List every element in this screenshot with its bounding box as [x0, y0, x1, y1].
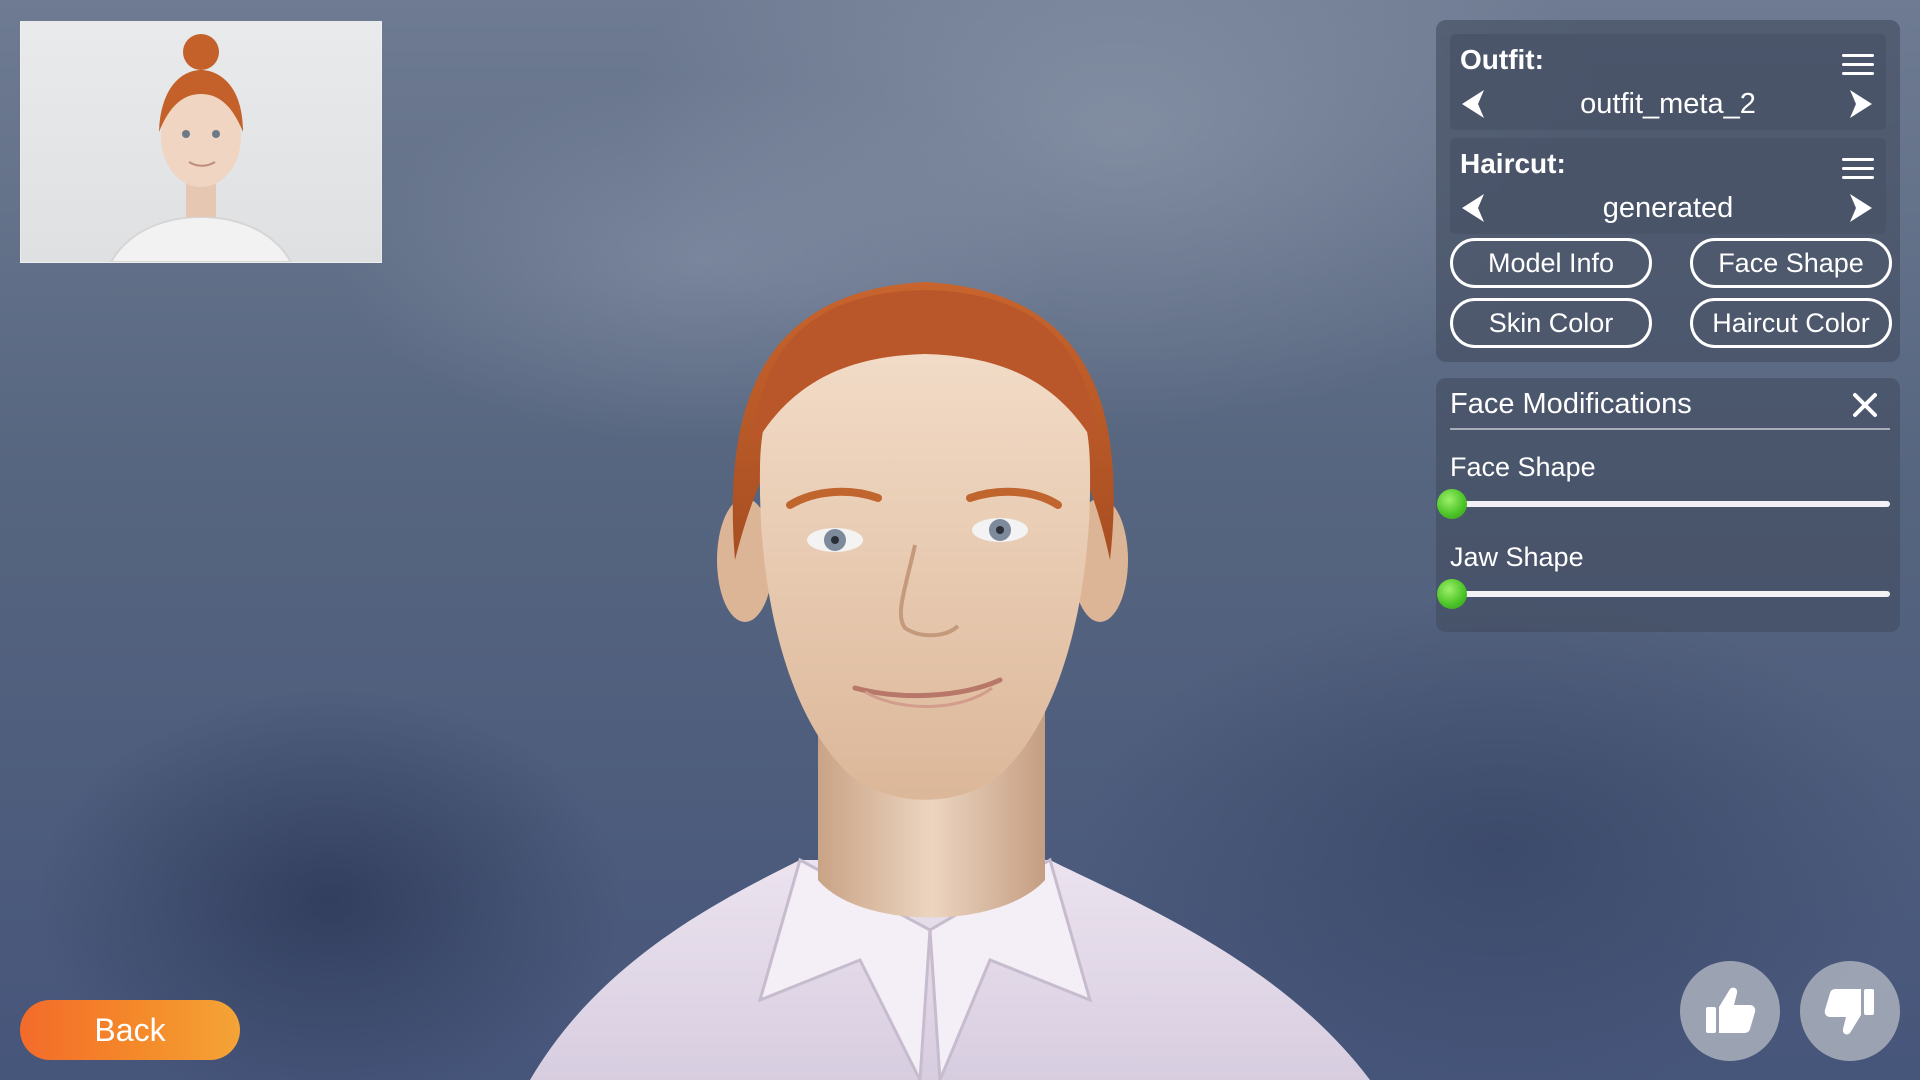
jaw-shape-slider-knob[interactable]: [1437, 579, 1467, 609]
outfit-selector: Outfit: outfit_meta_2: [1450, 34, 1886, 130]
face-shape-slider-label: Face Shape: [1450, 452, 1596, 482]
thumbs-down-icon: [1824, 989, 1874, 1035]
reference-photo-thumbnail: [20, 21, 382, 263]
like-button[interactable]: [1680, 961, 1780, 1061]
panel-divider: [1450, 428, 1890, 430]
dislike-button[interactable]: [1800, 961, 1900, 1061]
close-icon[interactable]: [1850, 390, 1880, 420]
face-shape-slider[interactable]: [1437, 489, 1890, 519]
haircut-value: generated: [1602, 192, 1734, 224]
face-modifications-panel: Face Modifications Face Shape Jaw Shape: [1436, 378, 1900, 632]
outfit-value: outfit_meta_2: [1580, 88, 1756, 120]
avatar-viewport[interactable]: Outfit: outfit_meta_2 Haircut: generated…: [0, 0, 1920, 1080]
skin-color-button[interactable]: Skin Color: [1450, 298, 1652, 348]
face-modifications-title: Face Modifications: [1450, 388, 1692, 420]
chevron-right-icon[interactable]: [1842, 86, 1878, 122]
haircut-label: Haircut:: [1460, 148, 1566, 179]
jaw-shape-slider-label: Jaw Shape: [1450, 542, 1584, 572]
jaw-shape-slider[interactable]: [1437, 579, 1890, 609]
chevron-right-icon[interactable]: [1842, 190, 1878, 226]
haircut-selector: Haircut: generated: [1450, 138, 1886, 234]
thumbs-up-icon: [1706, 987, 1756, 1033]
back-button[interactable]: Back: [20, 1000, 240, 1060]
reference-photo-image: [109, 34, 293, 262]
chevron-left-icon[interactable]: [1456, 86, 1492, 122]
customization-panel: Outfit: outfit_meta_2 Haircut: generated…: [1436, 20, 1900, 362]
haircut-color-button[interactable]: Haircut Color: [1690, 298, 1892, 348]
chevron-left-icon[interactable]: [1456, 190, 1492, 226]
hamburger-menu-icon[interactable]: [1842, 158, 1874, 180]
model-info-button[interactable]: Model Info: [1450, 238, 1652, 288]
outfit-label: Outfit:: [1460, 44, 1544, 75]
face-shape-slider-knob[interactable]: [1437, 489, 1467, 519]
hamburger-menu-icon[interactable]: [1842, 54, 1874, 76]
face-shape-button[interactable]: Face Shape: [1690, 238, 1892, 288]
